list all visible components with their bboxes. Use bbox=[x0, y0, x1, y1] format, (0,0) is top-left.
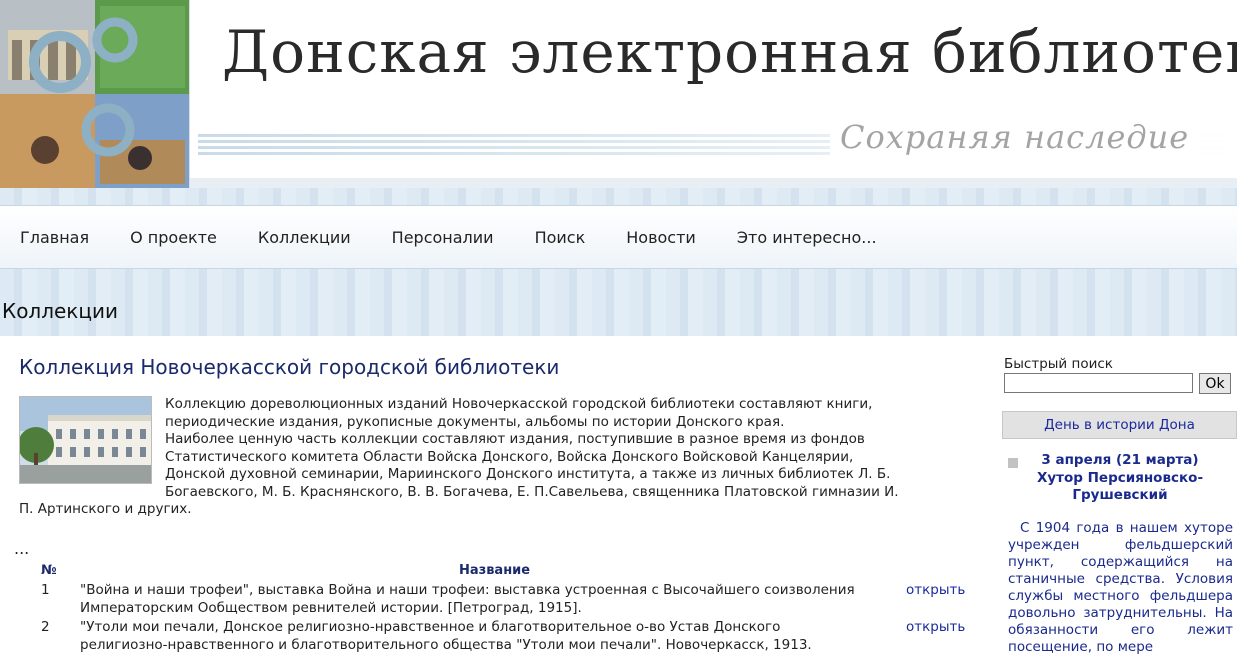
item-title: "Утоли мои печали, Донское религиозно-нр… bbox=[80, 619, 812, 653]
quick-search-ok-button[interactable]: Ok bbox=[1199, 373, 1231, 394]
site-header: Донская электронная библиотека Сохраняя … bbox=[0, 0, 1237, 188]
logo-collage-image bbox=[0, 0, 189, 188]
table-row: 2 "Утоли мои печали, Донское религиозно-… bbox=[0, 618, 985, 655]
day-in-history-text: С 1904 года в нашем хуторе учрежден фель… bbox=[1008, 520, 1233, 655]
site-title: Донская электронная библиотека bbox=[222, 18, 1237, 86]
quick-search-label: Быстрый поиск bbox=[1004, 356, 1113, 372]
main-navigation: Главная О проекте Коллекции Персоналии П… bbox=[0, 205, 1237, 269]
item-number: 2 bbox=[41, 619, 50, 635]
collection-ellipsis: ... bbox=[14, 539, 30, 558]
day-in-history-header[interactable]: День в истории Дона bbox=[1002, 411, 1237, 439]
nav-item-collections[interactable]: Коллекции bbox=[258, 228, 351, 247]
section-title: Коллекции bbox=[2, 299, 118, 323]
bullet-square-icon bbox=[1008, 458, 1018, 468]
nav-item-interesting[interactable]: Это интересно... bbox=[737, 228, 877, 247]
quick-search-input[interactable] bbox=[1004, 373, 1193, 393]
main-content: Коллекция Новочеркасской городской библи… bbox=[0, 336, 985, 656]
nav-item-personalia[interactable]: Персоналии bbox=[392, 228, 494, 247]
column-header-number: № bbox=[41, 563, 57, 578]
collection-description: Коллекцию дореволюционных изданий Новоче… bbox=[19, 396, 909, 519]
collection-title: Коллекция Новочеркасской городской библи… bbox=[19, 355, 560, 379]
open-item-link[interactable]: открыть bbox=[906, 618, 965, 636]
table-row: 1 "Война и наши трофеи", выставка Война … bbox=[0, 581, 985, 618]
nav-item-search[interactable]: Поиск bbox=[535, 228, 586, 247]
open-item-link[interactable]: открыть bbox=[906, 581, 965, 599]
day-in-history-place: Хутор Персияновско-Грушевский bbox=[1036, 470, 1204, 503]
site-tagline: Сохраняя наследие bbox=[830, 118, 1200, 156]
nav-item-about[interactable]: О проекте bbox=[130, 228, 217, 247]
column-header-name: Название bbox=[459, 563, 531, 578]
site-logo[interactable] bbox=[0, 0, 190, 188]
collection-description-text: Коллекцию дореволюционных изданий Новоче… bbox=[165, 396, 873, 430]
nav-item-home[interactable]: Главная bbox=[20, 228, 89, 247]
nav-item-news[interactable]: Новости bbox=[626, 228, 696, 247]
item-number: 1 bbox=[41, 582, 50, 598]
table-header: № Название bbox=[0, 561, 985, 581]
collection-items-table: № Название 1 "Война и наши трофеи", выст… bbox=[0, 561, 985, 655]
sidebar: Быстрый поиск Ok День в истории Дона 3 а… bbox=[1000, 336, 1237, 656]
header-divider bbox=[190, 178, 1237, 188]
item-title: "Война и наши трофеи", выставка Война и … bbox=[80, 582, 855, 616]
day-in-history-date: 3 апреля (21 марта) bbox=[1041, 452, 1199, 468]
